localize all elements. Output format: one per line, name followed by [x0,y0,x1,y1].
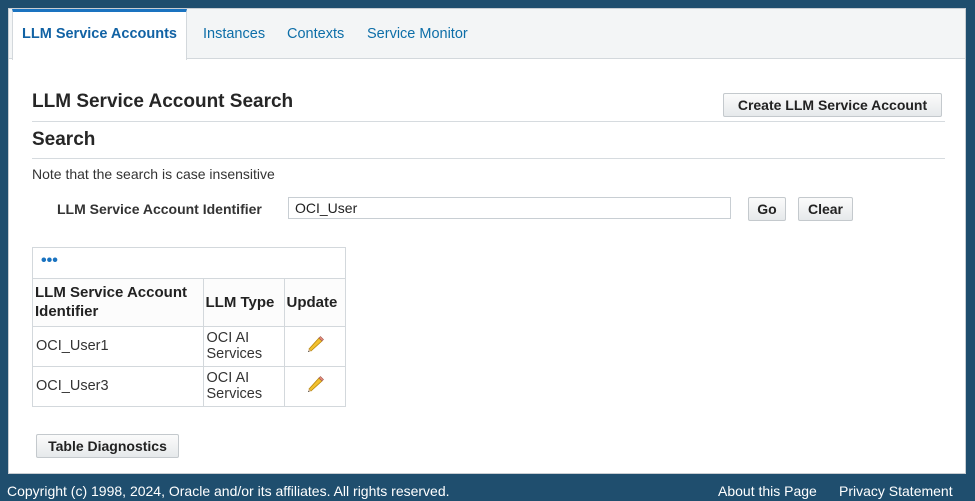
identifier-cell: OCI_User3 [33,366,204,407]
divider [32,121,945,122]
results-grid: LLM Service Account Identifier LLM Type … [33,279,345,407]
tab-service-monitor[interactable]: Service Monitor [367,9,468,59]
go-button[interactable]: Go [748,197,786,221]
llm-type-cell: OCI AI Services [203,326,285,367]
copyright-text: Copyright (c) 1998, 2024, Oracle and/or … [7,483,450,499]
column-header-update: Update [284,279,345,327]
pencil-icon[interactable] [305,374,325,394]
update-cell [284,366,345,407]
table-toolbar: ••• [33,248,345,279]
about-this-page-link[interactable]: About this Page [718,483,817,499]
results-table: ••• LLM Service Account Identifier LLM T… [32,247,346,407]
search-heading: Search [32,129,96,150]
table-row: OCI_User3 OCI AI Services [33,366,345,407]
page-title: LLM Service Account Search [32,91,294,112]
llm-type-cell: OCI AI Services [203,366,285,407]
search-note: Note that the search is case insensitive [32,166,275,182]
update-cell [284,326,345,367]
tab-instances[interactable]: Instances [203,9,265,59]
tab-contexts[interactable]: Contexts [287,9,344,59]
tab-bar: LLM Service Accounts Instances Contexts … [9,9,965,60]
privacy-statement-link[interactable]: Privacy Statement [839,483,953,499]
divider [32,158,945,159]
more-options-icon[interactable]: ••• [41,253,58,269]
create-llm-service-account-button[interactable]: Create LLM Service Account [723,93,942,117]
identifier-field-label: LLM Service Account Identifier [57,201,262,217]
main-panel: LLM Service Accounts Instances Contexts … [8,8,966,474]
identifier-search-input[interactable] [288,197,731,219]
column-header-identifier[interactable]: LLM Service Account Identifier [33,279,204,327]
column-header-llm-type[interactable]: LLM Type [203,279,285,327]
pencil-icon[interactable] [305,334,325,354]
table-diagnostics-button[interactable]: Table Diagnostics [36,434,179,458]
clear-button[interactable]: Clear [798,197,853,221]
tab-llm-service-accounts[interactable]: LLM Service Accounts [12,9,187,60]
identifier-cell: OCI_User1 [33,326,204,367]
table-row: OCI_User1 OCI AI Services [33,326,345,367]
